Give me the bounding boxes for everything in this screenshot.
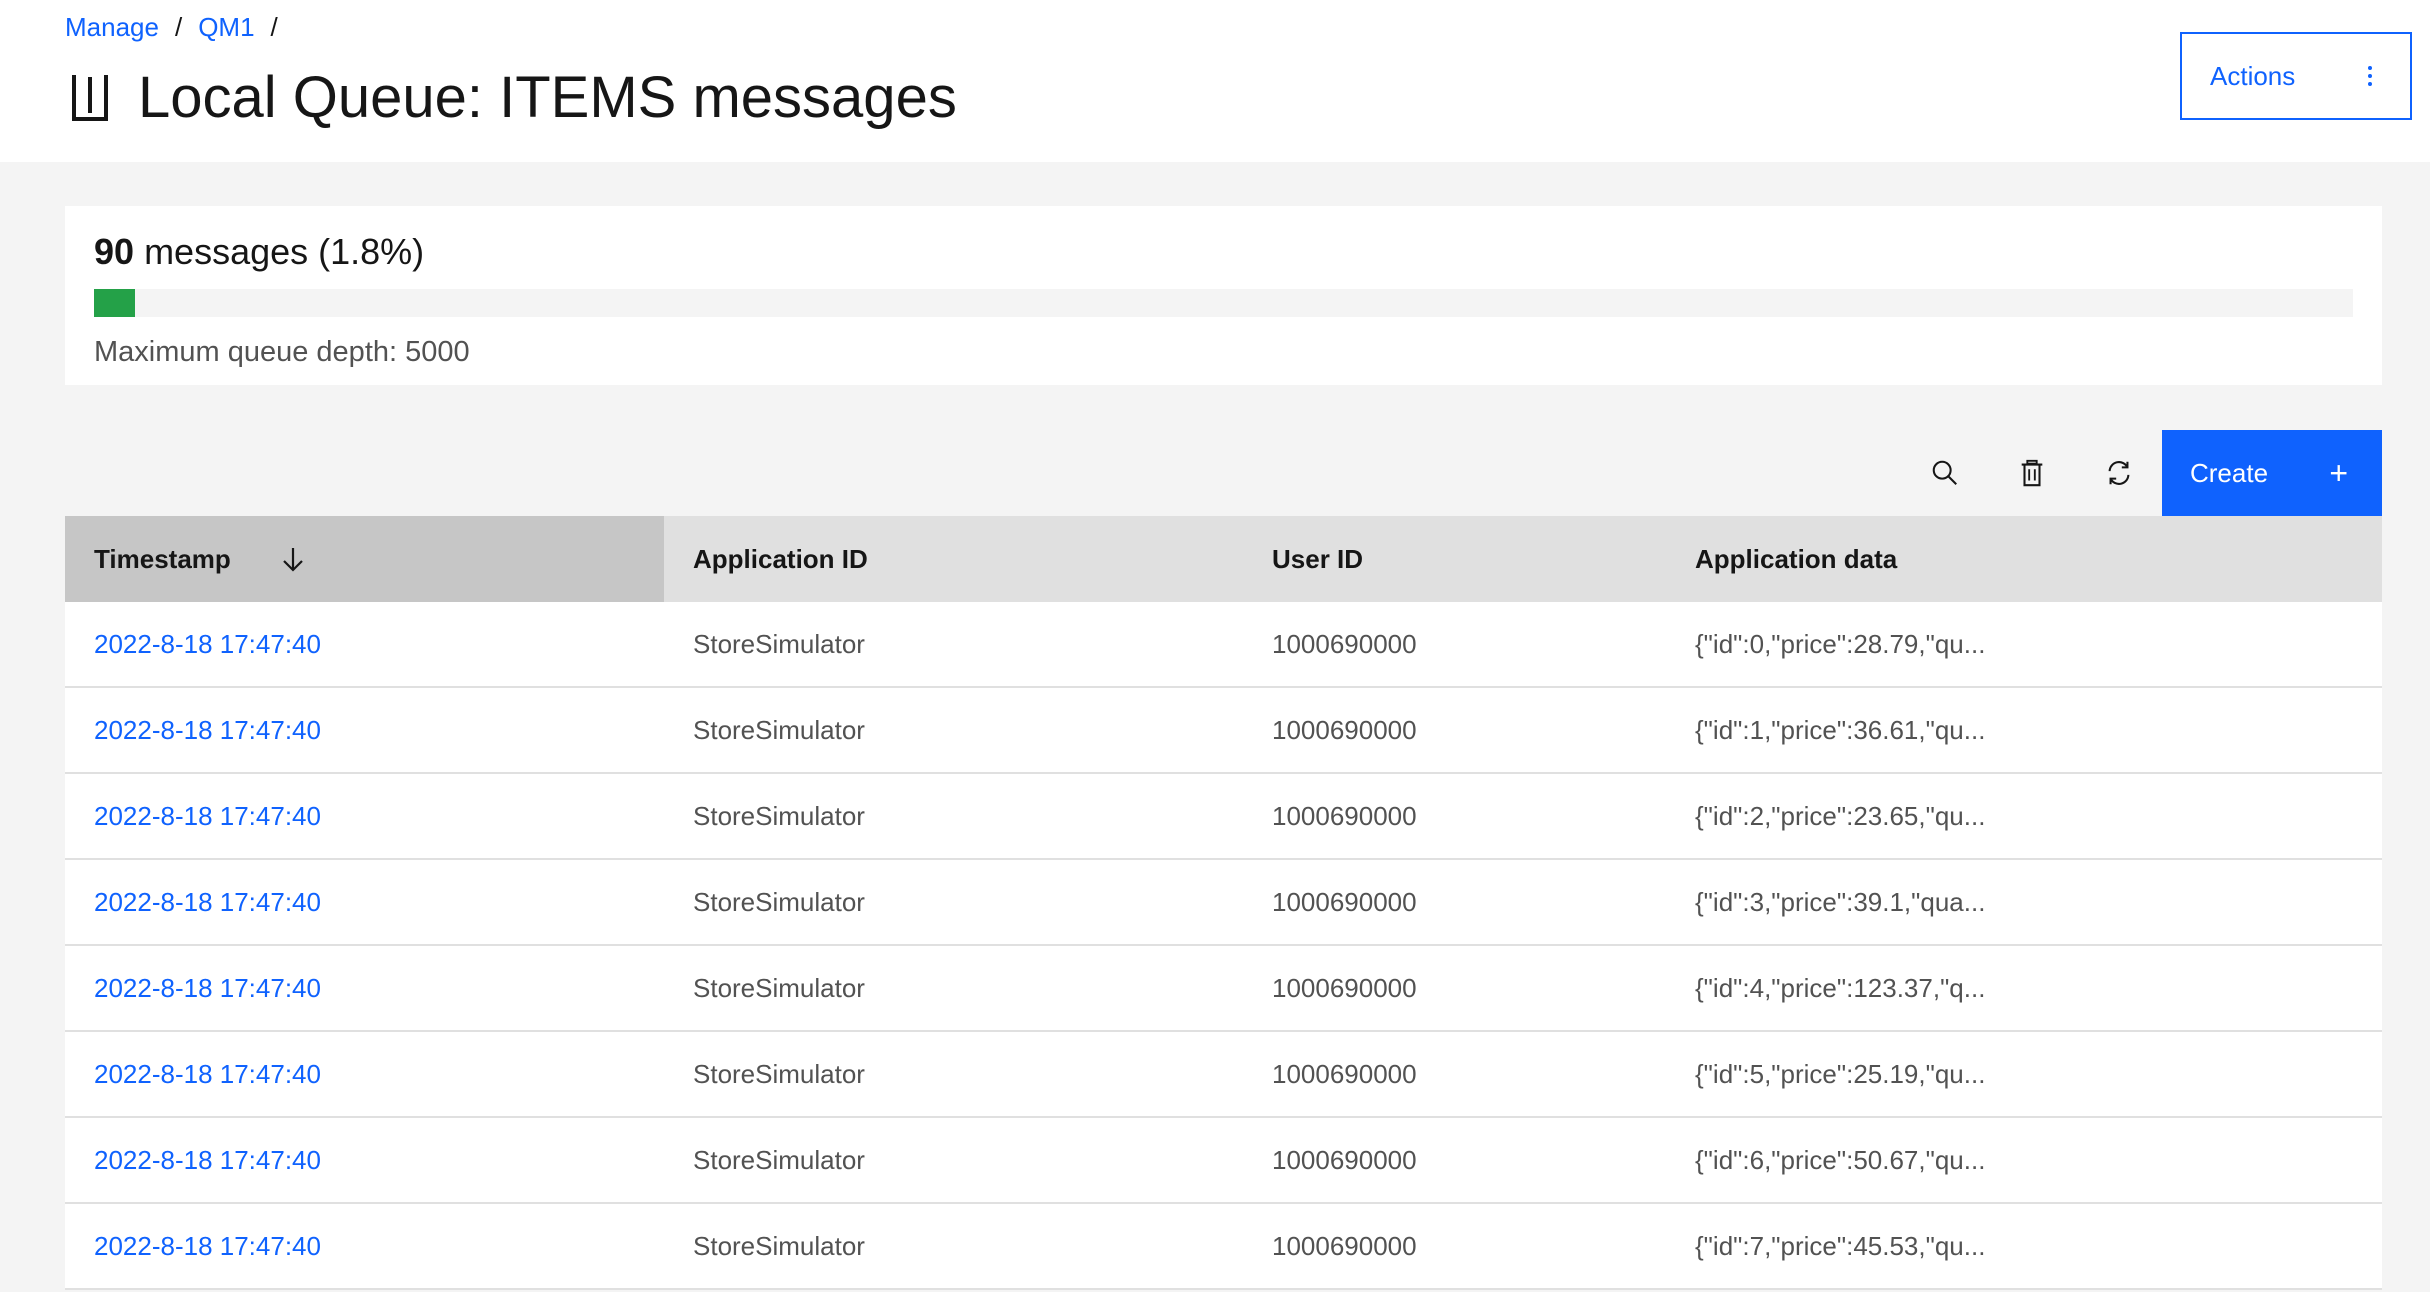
cell-user-id: 1000690000 — [1272, 628, 1417, 659]
cell-user-id: 1000690000 — [1272, 800, 1417, 831]
table-body: 2022-8-18 17:47:40 StoreSimulator 10006900… — [65, 602, 2382, 1290]
cell-application-id: StoreSimulator — [693, 800, 865, 831]
message-count-suffix: messages (1.8%) — [144, 231, 425, 272]
actions-button[interactable]: Actions — [2180, 32, 2412, 120]
refresh-icon — [2108, 461, 2129, 485]
table-row[interactable]: 2022-8-18 17:47:40 StoreSimulator 10006900… — [65, 946, 2382, 1032]
cell-timestamp-link[interactable]: 2022-8-18 17:47:40 — [65, 1118, 664, 1202]
max-queue-depth: Maximum queue depth: 5000 — [94, 336, 470, 368]
cell-user-id: 1000690000 — [1272, 1144, 1417, 1175]
cell-application-data: {"id":1,"price":36.61,"qu... — [1695, 714, 1986, 745]
cell-timestamp-link[interactable]: 2022-8-18 17:47:40 — [65, 602, 664, 686]
column-header-timestamp[interactable]: Timestamp — [65, 516, 664, 602]
cell-timestamp-link[interactable]: 2022-8-18 17:47:40 — [65, 860, 664, 944]
message-count: 90 messages (1.8%) — [94, 228, 424, 276]
cell-timestamp-link[interactable]: 2022-8-18 17:47:40 — [65, 1032, 664, 1116]
table-row[interactable]: 2022-8-18 17:47:40 StoreSimulator 10006900… — [65, 602, 2382, 688]
cell-user-id: 1000690000 — [1272, 972, 1417, 1003]
breadcrumb-link-qm1[interactable]: QM1 — [198, 10, 254, 44]
column-header-user-id[interactable]: User ID — [1243, 516, 1666, 602]
column-header-application-data[interactable]: Application data — [1666, 516, 2382, 602]
cell-timestamp-link[interactable]: 2022-8-18 17:47:40 — [65, 1204, 664, 1288]
table-row[interactable]: 2022-8-18 17:47:40 StoreSimulator 10006900… — [65, 860, 2382, 946]
messages-table: Timestamp Application ID User ID Applica… — [65, 516, 2382, 1290]
cell-timestamp-link[interactable]: 2022-8-18 17:47:40 — [65, 688, 664, 772]
cell-application-data: {"id":6,"price":50.67,"qu... — [1695, 1144, 1986, 1175]
search-icon — [1932, 460, 1957, 485]
cell-application-data: {"id":2,"price":23.65,"qu... — [1695, 800, 1986, 831]
cell-application-id: StoreSimulator — [693, 628, 865, 659]
table-header-row: Timestamp Application ID User ID Applica… — [65, 516, 2382, 602]
queue-icon — [72, 75, 108, 121]
cell-application-data: {"id":4,"price":123.37,"q... — [1695, 972, 1986, 1003]
cell-application-id: StoreSimulator — [693, 886, 865, 917]
cell-application-id: StoreSimulator — [693, 972, 865, 1003]
actions-button-label: Actions — [2210, 60, 2296, 91]
queue-depth-progress-bar — [94, 289, 2353, 317]
table-row[interactable]: 2022-8-18 17:47:40 StoreSimulator 10006900… — [65, 1032, 2382, 1118]
cell-application-id: StoreSimulator — [693, 1144, 865, 1175]
cell-application-data: {"id":7,"price":45.53,"qu... — [1695, 1230, 1986, 1261]
breadcrumb: Manage / QM1 / — [65, 10, 294, 44]
queue-depth-progress-fill — [94, 289, 135, 317]
cell-application-id: StoreSimulator — [693, 1058, 865, 1089]
create-button[interactable]: Create + — [2162, 430, 2382, 516]
cell-timestamp-link[interactable]: 2022-8-18 17:47:40 — [65, 946, 664, 1030]
trash-icon — [2021, 459, 2042, 487]
cell-user-id: 1000690000 — [1272, 1230, 1417, 1261]
cell-application-id: StoreSimulator — [693, 714, 865, 745]
table-row[interactable]: 2022-8-18 17:47:40 StoreSimulator 10006900… — [65, 1204, 2382, 1290]
cell-user-id: 1000690000 — [1272, 886, 1417, 917]
message-count-value: 90 — [94, 231, 135, 272]
table-row[interactable]: 2022-8-18 17:47:40 StoreSimulator 10006900… — [65, 1118, 2382, 1204]
page-title: Local Queue: ITEMS messages — [138, 65, 957, 130]
overflow-menu-vertical-icon — [2364, 64, 2376, 88]
queue-depth-card: 90 messages (1.8%) Maximum queue depth: … — [65, 206, 2382, 385]
column-header-application-id[interactable]: Application ID — [664, 516, 1243, 602]
refresh-button[interactable] — [2075, 430, 2162, 516]
cell-application-id: StoreSimulator — [693, 1230, 865, 1261]
plus-icon: + — [2329, 455, 2348, 491]
cell-user-id: 1000690000 — [1272, 1058, 1417, 1089]
breadcrumb-link-manage[interactable]: Manage — [65, 10, 159, 44]
table-row[interactable]: 2022-8-18 17:47:40 StoreSimulator 10006900… — [65, 774, 2382, 860]
search-button[interactable] — [1901, 430, 1988, 516]
page-title-row: Local Queue: ITEMS messages — [68, 58, 957, 138]
breadcrumb-separator: / — [174, 12, 183, 42]
table-row[interactable]: 2022-8-18 17:47:40 StoreSimulator 10006900… — [65, 688, 2382, 774]
cell-timestamp-link[interactable]: 2022-8-18 17:47:40 — [65, 774, 664, 858]
table-toolbar: Create + — [65, 430, 2382, 516]
create-button-label: Create — [2190, 457, 2269, 488]
column-header-label: Timestamp — [94, 543, 231, 574]
breadcrumb-separator: / — [270, 12, 278, 42]
cell-application-data: {"id":0,"price":28.79,"qu... — [1695, 628, 1986, 659]
page-header: Manage / QM1 / Local Queue: ITEMS messag… — [0, 0, 2430, 162]
cell-application-data: {"id":3,"price":39.1,"qua... — [1695, 886, 1986, 917]
cell-user-id: 1000690000 — [1272, 714, 1417, 745]
cell-application-data: {"id":5,"price":25.19,"qu... — [1695, 1058, 1986, 1089]
delete-button[interactable] — [1988, 430, 2075, 516]
arrow-down-icon[interactable] — [279, 545, 307, 573]
